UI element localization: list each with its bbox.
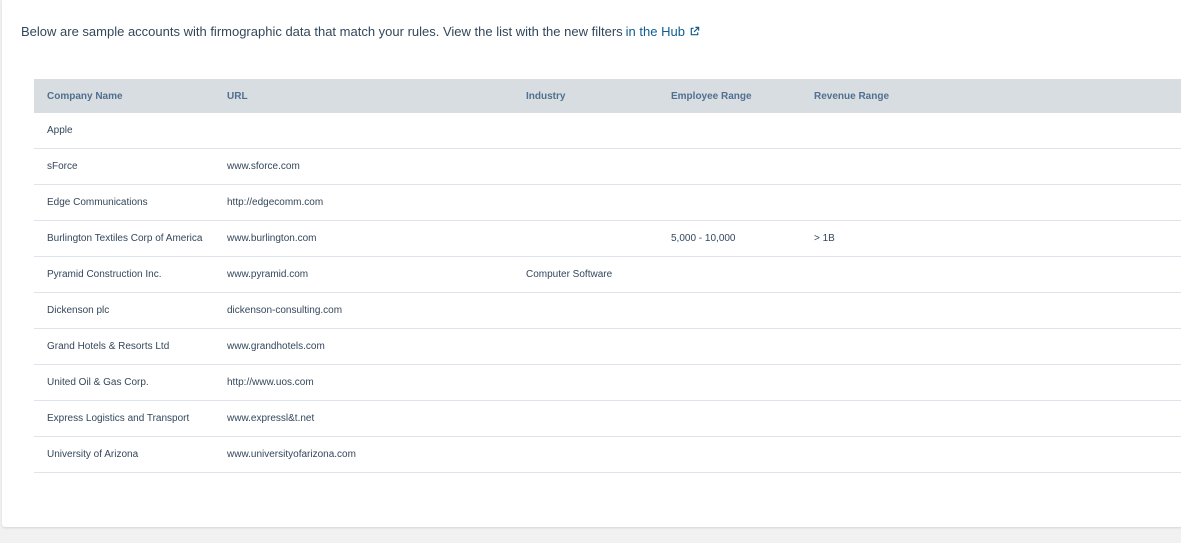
url-cell (214, 113, 513, 149)
sample-accounts-table: Company Name URL Industry Employee Range… (34, 79, 1181, 473)
url-cell: www.sforce.com (214, 148, 513, 185)
table-row: Pyramid Construction Inc. www.pyramid.co… (34, 256, 1181, 293)
revenue-range-cell (801, 400, 1181, 437)
employee-range-cell (658, 436, 801, 473)
url-cell: dickenson-consulting.com (214, 292, 513, 329)
employee-range-cell (658, 256, 801, 293)
industry-cell (513, 148, 658, 185)
industry-cell (513, 400, 658, 437)
employee-range-cell (658, 113, 801, 149)
industry-cell: Computer Software (513, 256, 658, 293)
header-revenue-range: Revenue Range (801, 79, 1181, 113)
revenue-range-cell (801, 292, 1181, 329)
industry-cell (513, 220, 658, 257)
table-row: Express Logistics and Transport www.expr… (34, 400, 1181, 437)
intro-message: Below are sample accounts with firmograp… (21, 24, 623, 39)
company-cell: sForce (34, 148, 214, 185)
table-row: Apple (34, 113, 1181, 149)
table-row: Grand Hotels & Resorts Ltd www.grandhote… (34, 328, 1181, 365)
sample-accounts-card: Below are sample accounts with firmograp… (2, 0, 1181, 527)
header-employee-range: Employee Range (658, 79, 801, 113)
revenue-range-cell (801, 436, 1181, 473)
table-row: Edge Communications http://edgecomm.com (34, 184, 1181, 221)
company-cell: Apple (34, 113, 214, 149)
hub-link-label: in the Hub (625, 24, 685, 39)
industry-cell (513, 364, 658, 401)
company-cell: Burlington Textiles Corp of America (34, 220, 214, 257)
url-cell: www.burlington.com (214, 220, 513, 257)
url-cell: http://www.uos.com (214, 364, 513, 401)
employee-range-cell (658, 364, 801, 401)
industry-cell (513, 292, 658, 329)
revenue-range-cell: > 1B (801, 220, 1181, 257)
header-industry: Industry (513, 79, 658, 113)
external-link-icon (689, 25, 700, 40)
company-cell: United Oil & Gas Corp. (34, 364, 214, 401)
employee-range-cell (658, 184, 801, 221)
url-cell: www.universityofarizona.com (214, 436, 513, 473)
url-cell: www.grandhotels.com (214, 328, 513, 365)
employee-range-cell (658, 292, 801, 329)
industry-cell (513, 436, 658, 473)
company-cell: Dickenson plc (34, 292, 214, 329)
table-row: sForce www.sforce.com (34, 148, 1181, 185)
revenue-range-cell (801, 148, 1181, 185)
header-company-name: Company Name (34, 79, 214, 113)
revenue-range-cell (801, 256, 1181, 293)
company-cell: Grand Hotels & Resorts Ltd (34, 328, 214, 365)
company-cell: Pyramid Construction Inc. (34, 256, 214, 293)
table-row: Burlington Textiles Corp of America www.… (34, 220, 1181, 257)
table-row: Dickenson plc dickenson-consulting.com (34, 292, 1181, 329)
table-row: United Oil & Gas Corp. http://www.uos.co… (34, 364, 1181, 401)
employee-range-cell (658, 400, 801, 437)
hub-link[interactable]: in the Hub (626, 24, 700, 39)
industry-cell (513, 328, 658, 365)
revenue-range-cell (801, 184, 1181, 221)
employee-range-cell: 5,000 - 10,000 (658, 220, 801, 257)
company-cell: Express Logistics and Transport (34, 400, 214, 437)
revenue-range-cell (801, 113, 1181, 149)
intro-text: Below are sample accounts with firmograp… (21, 24, 700, 40)
url-cell: www.pyramid.com (214, 256, 513, 293)
industry-cell (513, 113, 658, 149)
url-cell: http://edgecomm.com (214, 184, 513, 221)
company-cell: University of Arizona (34, 436, 214, 473)
header-url: URL (214, 79, 513, 113)
table-header-row: Company Name URL Industry Employee Range… (34, 79, 1181, 113)
revenue-range-cell (801, 328, 1181, 365)
url-cell: www.expressl&t.net (214, 400, 513, 437)
revenue-range-cell (801, 364, 1181, 401)
company-cell: Edge Communications (34, 184, 214, 221)
table-row: University of Arizona www.universityofar… (34, 436, 1181, 473)
employee-range-cell (658, 148, 801, 185)
employee-range-cell (658, 328, 801, 365)
industry-cell (513, 184, 658, 221)
